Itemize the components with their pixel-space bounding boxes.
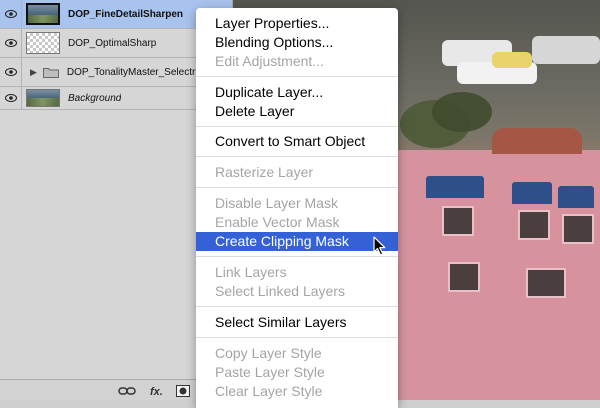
menu-item-edit-adjustment[interactable]: Edit Adjustment... (196, 52, 398, 71)
menu-item-delete-layer[interactable]: Delete Layer (196, 102, 398, 121)
visibility-toggle[interactable] (0, 58, 22, 86)
menu-item-disable-layer-mask[interactable]: Disable Layer Mask (196, 194, 398, 213)
menu-item-rasterize-layer[interactable]: Rasterize Layer (196, 163, 398, 182)
layer-thumbnail (26, 89, 60, 107)
roof-image (492, 128, 582, 154)
menu-separator (196, 126, 398, 127)
layer-name: Background (68, 92, 122, 104)
menu-separator (196, 337, 398, 338)
menu-item-select-similar-layers[interactable]: Select Similar Layers (196, 313, 398, 332)
menu-item-select-linked-layers[interactable]: Select Linked Layers (196, 282, 398, 301)
layer-context-menu: Layer Properties... Blending Options... … (196, 8, 398, 408)
menu-item-create-clipping-mask[interactable]: Create Clipping Mask (196, 232, 398, 251)
link-icon[interactable] (118, 386, 136, 396)
tree-image (432, 92, 492, 132)
window-image (448, 262, 480, 292)
fx-icon[interactable]: fx. (150, 386, 163, 398)
layer-name: DOP_FineDetailSharpen (68, 8, 184, 20)
menu-item-clear-layer-style[interactable]: Clear Layer Style (196, 382, 398, 401)
layer-thumbnail (26, 32, 60, 54)
menu-item-paste-layer-style[interactable]: Paste Layer Style (196, 363, 398, 382)
menu-item-enable-vector-mask[interactable]: Enable Vector Mask (196, 213, 398, 232)
menu-separator (196, 187, 398, 188)
window-image (526, 268, 566, 298)
window-image (562, 214, 594, 244)
mask-icon[interactable] (176, 385, 190, 397)
eye-icon (4, 68, 17, 76)
eye-icon (4, 94, 17, 102)
folder-icon (42, 67, 59, 78)
car-image (532, 36, 600, 64)
menu-item-layer-properties[interactable]: Layer Properties... (196, 14, 398, 33)
eye-icon (4, 10, 17, 18)
window-image (518, 210, 550, 240)
awning-image (512, 182, 552, 204)
menu-separator (196, 256, 398, 257)
awning-image (426, 176, 484, 198)
menu-separator (196, 306, 398, 307)
visibility-toggle[interactable] (0, 87, 22, 109)
menu-item-duplicate-layer[interactable]: Duplicate Layer... (196, 83, 398, 102)
layer-thumbnail (26, 3, 60, 25)
eye-icon (4, 39, 17, 47)
awning-image (558, 186, 594, 208)
menu-item-convert-smart-object[interactable]: Convert to Smart Object (196, 132, 398, 151)
menu-separator (196, 76, 398, 77)
menu-item-copy-layer-style[interactable]: Copy Layer Style (196, 344, 398, 363)
mouse-cursor-icon (373, 236, 386, 256)
menu-separator (196, 156, 398, 157)
expand-triangle-icon[interactable]: ▶ (30, 67, 37, 78)
menu-item-blending-options[interactable]: Blending Options... (196, 33, 398, 52)
menu-item-link-layers[interactable]: Link Layers (196, 263, 398, 282)
visibility-toggle[interactable] (0, 0, 22, 28)
layer-name: DOP_OptimalSharp (68, 37, 157, 49)
car-image (492, 52, 532, 68)
window-image (442, 206, 474, 236)
layer-name: DOP_TonalityMaster_Selectri (66, 66, 198, 78)
visibility-toggle[interactable] (0, 29, 22, 57)
